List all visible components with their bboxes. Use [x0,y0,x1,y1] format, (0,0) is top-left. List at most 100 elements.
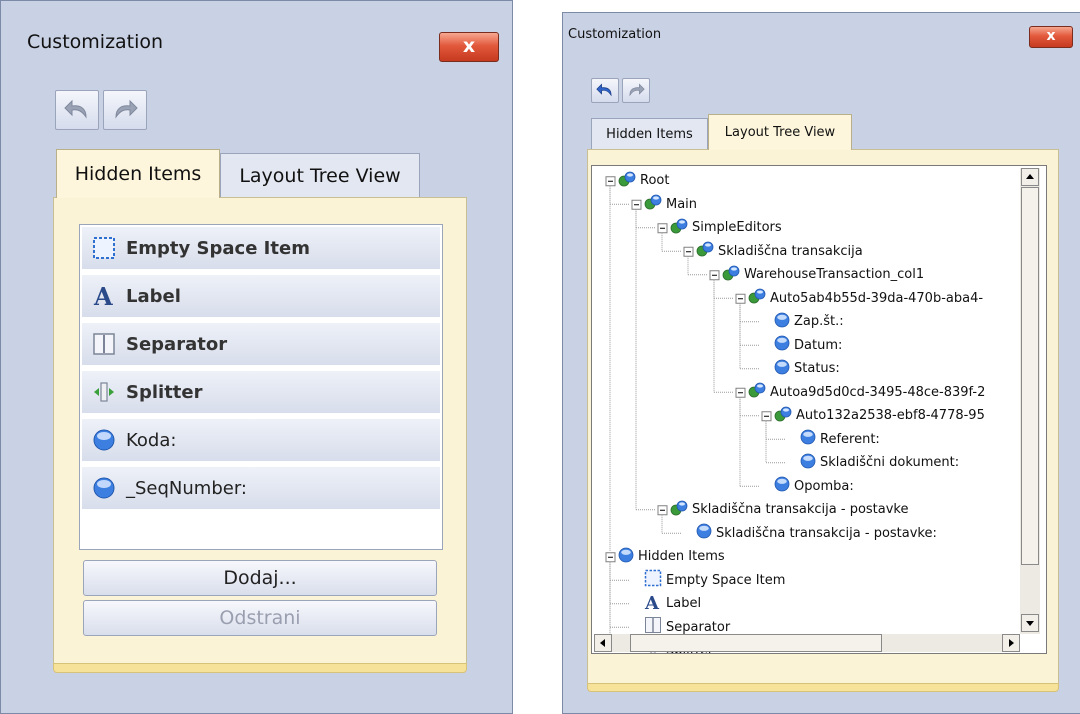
tree-node[interactable]: Zap.št.: [774,311,844,333]
tree-node[interactable]: Datum: [774,334,842,356]
redo-icon [115,99,138,119]
splitter-icon [94,382,114,402]
list-item[interactable]: Splitter [82,371,440,415]
tab-label: Hidden Items [606,126,693,142]
tab-hidden-items[interactable]: Hidden Items [591,118,708,149]
tree-node[interactable]: Status: [774,358,840,380]
tree-node[interactable]: Autoa9d5d0cd-3495-48ce-839f-2 [748,381,985,403]
window-title: Customization [27,31,164,53]
group-icon [670,500,688,520]
tree-node[interactable]: Skladiščni dokument: [800,452,959,474]
tab-layout-tree-view[interactable]: Layout Tree View [220,153,420,197]
field-icon [93,477,115,499]
customization-window-left: Customization x Hidden Items Layout Tree… [0,0,513,714]
scroll-left-button[interactable] [594,634,612,652]
field-icon [774,359,790,379]
group-icon [748,288,766,308]
tree-node-label: Skladiščni dokument: [820,455,960,471]
empty-space-icon [644,569,662,591]
tree-node[interactable]: WarehouseTransaction_col1 [722,264,924,286]
tab-label: Layout Tree View [724,125,836,140]
scroll-down-button[interactable] [1021,614,1039,632]
tab-hidden-items[interactable]: Hidden Items [56,149,220,198]
tree-node[interactable]: Auto132a2538-ebf8-4778-95 [774,405,985,427]
list-item[interactable]: Empty Space Item [82,227,440,271]
field-icon [774,476,790,496]
list-item[interactable]: A Label [82,275,440,319]
tree-node[interactable]: Referent: [800,428,880,450]
tree-node[interactable]: A Label [644,593,701,615]
customization-window-right: Customization x Hidden Items Layout Tree… [562,12,1080,714]
tree-node-label: WarehouseTransaction_col1 [744,267,925,283]
label-icon: A [93,284,113,308]
undo-button[interactable] [591,78,619,103]
tree-node-label: Skladiščna transakcija - postavke [692,502,909,518]
item-label: Separator [126,333,228,355]
group-icon [670,218,688,238]
list-item[interactable]: _SeqNumber: [82,467,440,511]
separator-icon [93,333,115,355]
tree-node[interactable]: Root [618,170,669,192]
item-label: Koda: [126,429,177,451]
layout-tree[interactable]: Root Main SimpleEditors Skladiščna transakc… [591,165,1047,654]
tree-node-label: Main [666,196,698,212]
tree-node[interactable]: Skladiščna transakcija - postavke: [696,522,937,544]
group-icon [774,406,792,426]
tree-node[interactable]: Opomba: [774,475,854,497]
tree-node[interactable]: Hidden Items [618,546,725,568]
panel-bottom-bar [587,683,1059,692]
tree-node-label: Referent: [820,431,880,447]
redo-button[interactable] [103,90,147,130]
tree-node[interactable]: Main [644,193,697,215]
tree-node-label: Root [640,173,670,189]
field-icon [93,429,115,451]
group-icon [696,241,714,261]
tab-label: Layout Tree View [239,164,401,187]
tree-node-label: Empty Space Item [666,572,786,588]
item-label: Label [126,285,181,307]
field-icon [800,429,816,449]
scroll-thumb[interactable] [1021,187,1039,565]
tree-node-label: Autoa9d5d0cd-3495-48ce-839f-2 [770,384,986,400]
scroll-up-button[interactable] [1021,168,1039,186]
field-icon [774,335,790,355]
horizontal-scrollbar[interactable] [594,634,1020,652]
close-button[interactable]: x [439,32,499,62]
scroll-thumb[interactable] [630,634,882,652]
tree-node-label: Label [666,596,702,612]
undo-icon [596,83,612,97]
scroll-right-button[interactable] [1002,634,1020,652]
redo-button[interactable] [622,78,650,103]
add-button[interactable]: Dodaj... [83,560,437,596]
tab-layout-tree-view[interactable]: Layout Tree View [708,114,852,150]
undo-icon [64,99,87,119]
tree-node-label: Auto5ab4b55d-39da-470b-aba4- [770,290,984,306]
remove-button[interactable]: Odstrani [83,600,437,636]
tree-node[interactable]: Skladiščna transakcija [696,240,863,262]
tree-node-label: Skladiščna transakcija [718,243,863,259]
tree-node[interactable]: Empty Space Item [644,569,785,591]
tree-node-label: Separator [666,619,731,635]
field-icon [774,312,790,332]
empty-space-icon [93,237,115,259]
list-item[interactable]: Separator [82,323,440,367]
tree-node-label: Zap.št.: [794,314,844,330]
panel-bottom-bar [53,663,467,673]
tree-node-label: Opomba: [794,478,854,494]
vertical-scrollbar[interactable] [1020,168,1040,634]
undo-button[interactable] [55,90,99,130]
field-icon [696,523,712,543]
close-icon: x [1046,28,1056,44]
list-item[interactable]: Koda: [82,419,440,463]
tree-node[interactable]: Skladiščna transakcija - postavke [670,499,909,521]
group-icon [748,382,766,402]
close-button[interactable]: x [1029,26,1073,48]
item-label: Splitter [126,381,203,403]
tree-node[interactable]: Auto5ab4b55d-39da-470b-aba4- [748,287,983,309]
tree-node-label: SimpleEditors [692,220,782,236]
field-icon [618,547,634,567]
tab-label: Hidden Items [74,163,202,185]
tree-node[interactable]: SimpleEditors [670,217,782,239]
tree-node-label: Status: [794,361,840,377]
hidden-items-list[interactable]: Empty Space Item A Label Separator Split… [79,224,443,550]
